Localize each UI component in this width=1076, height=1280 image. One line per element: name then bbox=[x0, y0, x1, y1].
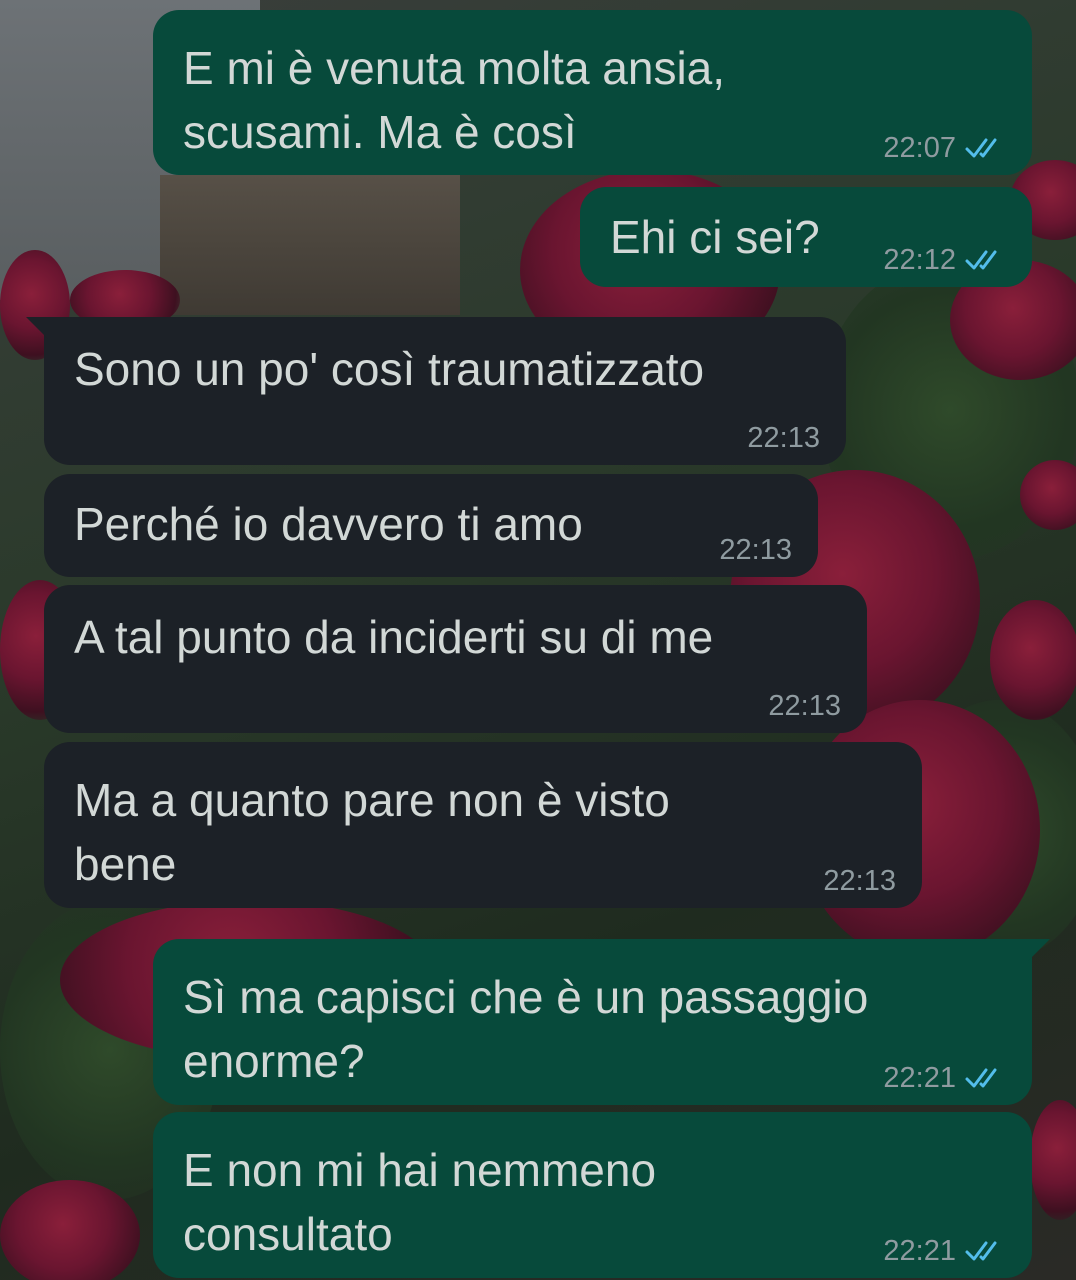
message-time: 22:12 bbox=[883, 244, 956, 276]
message-text: Sì ma capisci che è un passaggio enorme? bbox=[183, 971, 869, 1087]
message-text: Perché io davvero ti amo bbox=[74, 498, 583, 550]
message-time: 22:07 bbox=[883, 132, 956, 164]
message-text: Ma a quanto pare non è visto bene bbox=[74, 774, 670, 890]
message-meta: 22:07 bbox=[883, 131, 1006, 165]
message-bubble-incoming[interactable]: Perché io davvero ti amo 22:13 bbox=[44, 474, 818, 577]
double-check-icon bbox=[965, 138, 997, 158]
message-bubble-outgoing[interactable]: Ehi ci sei? 22:12 bbox=[580, 187, 1032, 287]
message-time: 22:13 bbox=[823, 865, 896, 897]
message-bubble-outgoing[interactable]: E non mi hai nemmeno consultato 22:21 bbox=[153, 1112, 1032, 1278]
message-text: E mi è venuta molta ansia, scusami. Ma è… bbox=[183, 42, 726, 158]
message-meta: 22:21 bbox=[883, 1234, 1006, 1268]
message-meta: 22:13 bbox=[768, 689, 841, 723]
message-time: 22:13 bbox=[719, 534, 792, 566]
message-bubble-outgoing[interactable]: E mi è venuta molta ansia, scusami. Ma è… bbox=[153, 10, 1032, 175]
message-meta: 22:13 bbox=[719, 533, 792, 567]
message-bubble-incoming[interactable]: A tal punto da inciderti su di me 22:13 bbox=[44, 585, 867, 733]
message-time: 22:21 bbox=[883, 1235, 956, 1267]
message-time: 22:13 bbox=[768, 690, 841, 722]
message-bubble-incoming[interactable]: Ma a quanto pare non è visto bene 22:13 bbox=[44, 742, 922, 908]
message-bubble-incoming[interactable]: Sono un po' così traumatizzato 22:13 bbox=[26, 317, 846, 465]
message-time: 22:13 bbox=[747, 422, 820, 454]
message-meta: 22:12 bbox=[883, 243, 1006, 277]
message-text: E non mi hai nemmeno consultato bbox=[183, 1144, 657, 1260]
message-meta: 22:13 bbox=[823, 864, 896, 898]
double-check-icon bbox=[965, 1241, 997, 1261]
message-meta: 22:13 bbox=[747, 421, 820, 455]
message-text: Sono un po' così traumatizzato bbox=[74, 343, 705, 395]
message-bubble-outgoing[interactable]: Sì ma capisci che è un passaggio enorme?… bbox=[153, 939, 1050, 1105]
message-meta: 22:21 bbox=[883, 1061, 1006, 1095]
double-check-icon bbox=[965, 250, 997, 270]
message-time: 22:21 bbox=[883, 1062, 956, 1094]
message-text: A tal punto da inciderti su di me bbox=[74, 611, 714, 663]
double-check-icon bbox=[965, 1068, 997, 1088]
message-text: Ehi ci sei? bbox=[610, 211, 820, 263]
